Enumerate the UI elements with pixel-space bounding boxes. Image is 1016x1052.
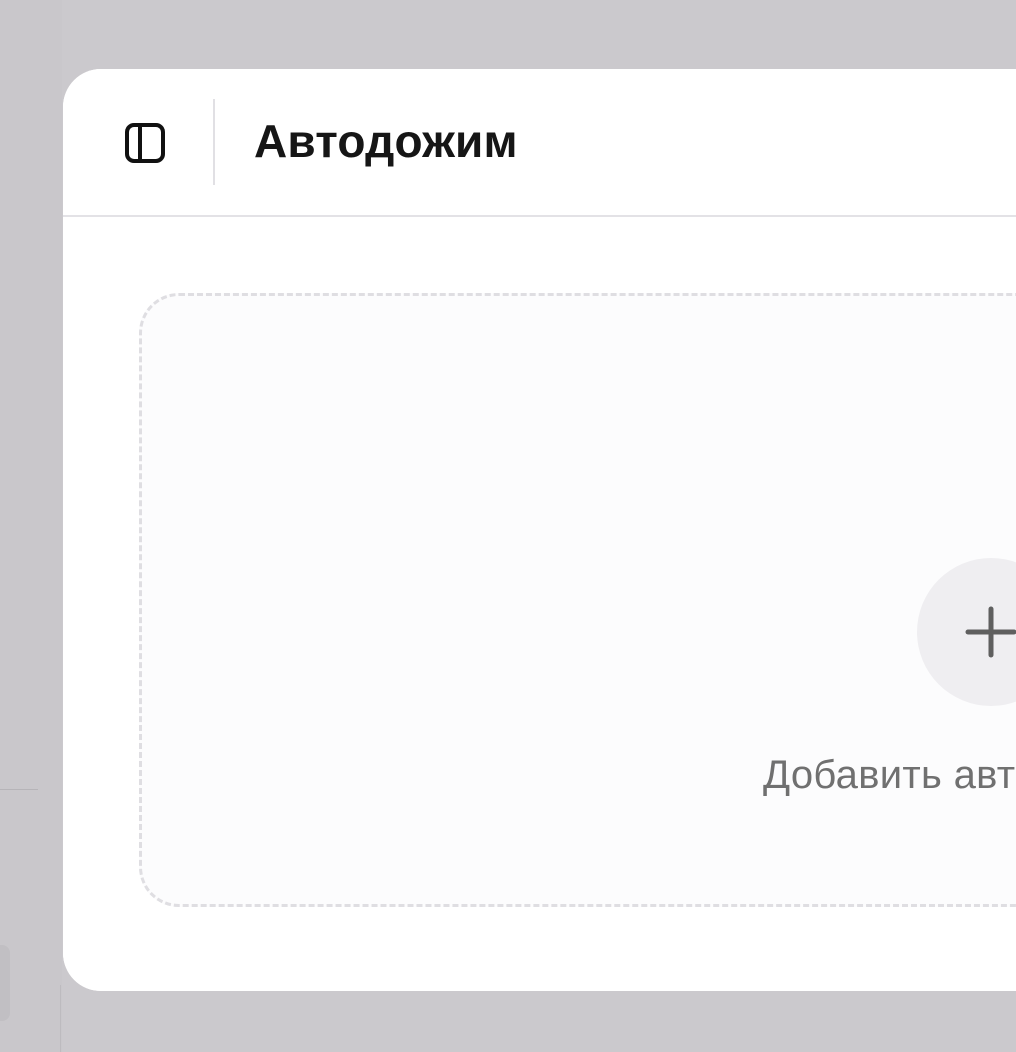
background-panel — [0, 0, 62, 1052]
header-separator — [213, 99, 215, 185]
sidebar-toggle-button[interactable] — [113, 111, 177, 175]
add-button[interactable] — [917, 558, 1016, 706]
left-divider — [0, 789, 38, 790]
main-window: Автодожим Добавить автод — [63, 69, 1016, 991]
window-header: Автодожим — [63, 69, 1016, 217]
left-bottom-panel — [0, 945, 10, 1021]
plus-icon — [965, 606, 1016, 658]
sidebar-toggle-icon — [125, 123, 165, 163]
content-area: Добавить автод — [63, 217, 1016, 991]
left-edge-line — [60, 985, 61, 1052]
add-autodozhim-dropzone[interactable]: Добавить автод — [139, 293, 1016, 907]
add-autodozhim-label: Добавить автод — [763, 753, 1016, 797]
page-title: Автодожим — [254, 115, 518, 167]
